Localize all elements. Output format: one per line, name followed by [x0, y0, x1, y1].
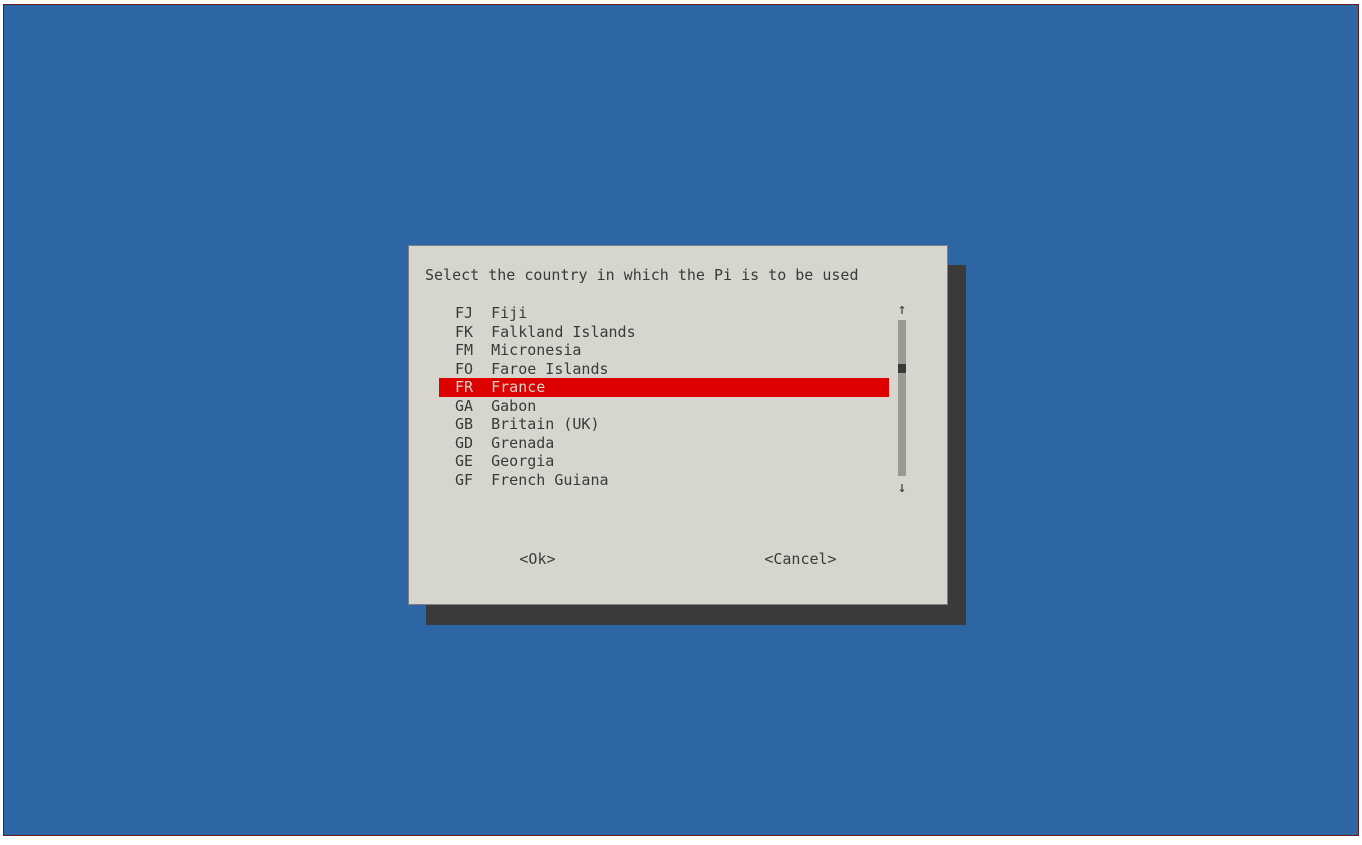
country-item-fo[interactable]: FO Faroe Islands — [445, 360, 889, 379]
ok-button[interactable]: <Ok> — [513, 550, 561, 568]
dialog-prompt: Select the country in which the Pi is to… — [415, 252, 941, 294]
scrollbar[interactable]: ↑ ↓ — [895, 304, 909, 492]
country-item-fm[interactable]: FM Micronesia — [445, 341, 889, 360]
scroll-down-icon[interactable]: ↓ — [895, 480, 909, 494]
country-dialog: Select the country in which the Pi is to… — [408, 245, 948, 605]
country-item-fj[interactable]: FJ Fiji — [445, 304, 889, 323]
scroll-up-icon[interactable]: ↑ — [895, 302, 909, 316]
country-item-gf[interactable]: GF French Guiana — [445, 471, 889, 490]
country-item-ge[interactable]: GE Georgia — [445, 452, 889, 471]
cancel-button[interactable]: <Cancel> — [758, 550, 842, 568]
country-list[interactable]: FJ FijiFK Falkland IslandsFM MicronesiaF… — [445, 304, 909, 492]
dialog-button-row: <Ok> <Cancel> — [415, 550, 941, 568]
country-item-gd[interactable]: GD Grenada — [445, 434, 889, 453]
terminal-background: Select the country in which the Pi is to… — [3, 4, 1359, 836]
country-item-ga[interactable]: GA Gabon — [445, 397, 889, 416]
country-item-fr[interactable]: FR France — [439, 378, 889, 397]
scroll-track[interactable] — [898, 320, 906, 476]
scroll-thumb[interactable] — [898, 364, 906, 373]
country-item-gb[interactable]: GB Britain (UK) — [445, 415, 889, 434]
country-item-fk[interactable]: FK Falkland Islands — [445, 323, 889, 342]
